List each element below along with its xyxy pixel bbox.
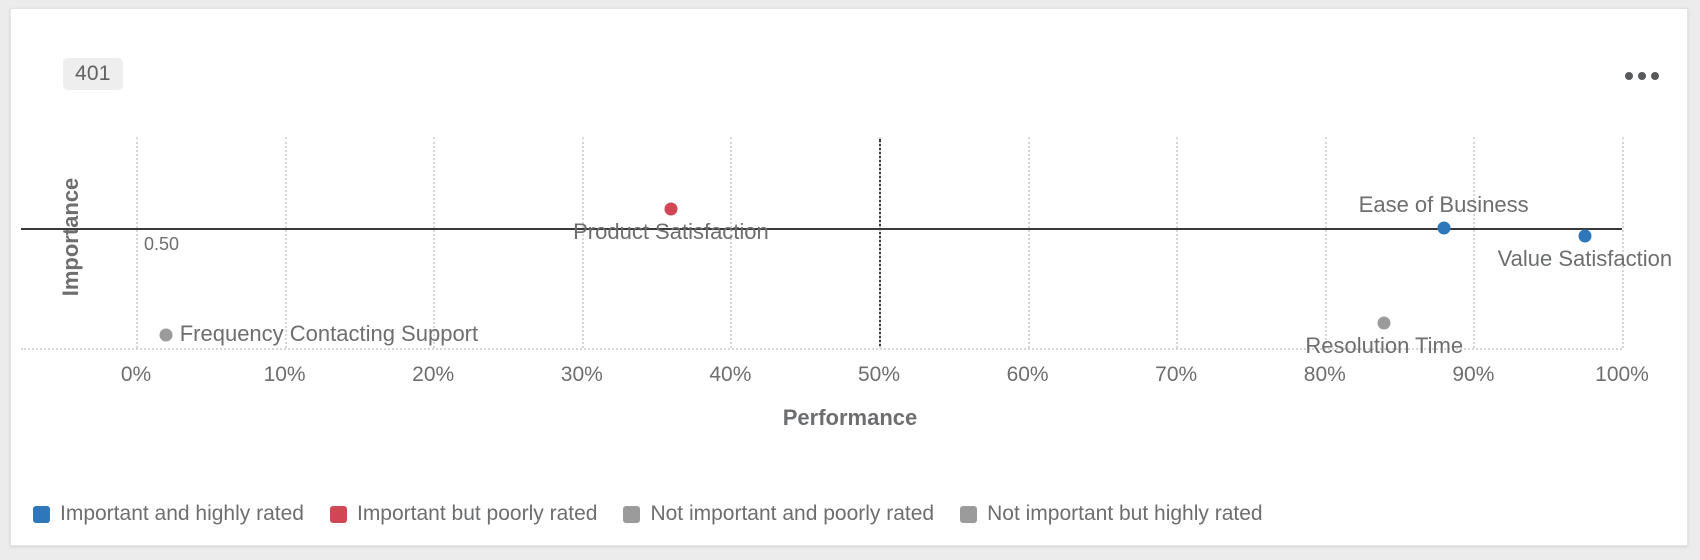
legend-item[interactable]: Important and highly rated	[33, 502, 304, 526]
legend-swatch	[33, 506, 50, 523]
gridline-vertical	[136, 137, 138, 348]
legend-label: Not important but highly rated	[987, 502, 1262, 526]
data-point-label: Resolution Time	[1305, 333, 1463, 359]
x-axis-tick-label: 50%	[858, 363, 900, 387]
reference-line-value-label: 0.50	[144, 234, 179, 255]
legend-label: Important but poorly rated	[357, 502, 597, 526]
chart-plot-area: Importance 0.50 Product Satisfaction Ease…	[11, 9, 1689, 547]
x-axis-tick-label: 10%	[264, 363, 306, 387]
data-point[interactable]	[1378, 316, 1391, 329]
data-point[interactable]	[159, 329, 172, 342]
legend-item[interactable]: Not important but highly rated	[960, 502, 1262, 526]
x-axis-tick-label: 60%	[1007, 363, 1049, 387]
gridline-vertical	[1622, 137, 1624, 348]
legend-item[interactable]: Not important and poorly rated	[623, 502, 934, 526]
data-point[interactable]	[664, 202, 677, 215]
y-axis-title: Importance	[58, 178, 84, 297]
data-point-label: Value Satisfaction	[1498, 246, 1672, 272]
x-axis-tick-label: 0%	[121, 363, 151, 387]
scatter-plot: 0.50 Product Satisfaction Ease of Busines…	[136, 137, 1622, 348]
chart-legend: Important and highly rated Important but …	[33, 502, 1263, 526]
x-axis-title: Performance	[11, 405, 1689, 431]
legend-item[interactable]: Important but poorly rated	[330, 502, 597, 526]
gridline-vertical	[1473, 137, 1475, 348]
gridline-vertical	[1028, 137, 1030, 348]
x-axis-tick-label: 20%	[412, 363, 454, 387]
data-point[interactable]	[1578, 230, 1591, 243]
legend-swatch	[330, 506, 347, 523]
x-axis-tick-label: 100%	[1595, 363, 1649, 387]
gridline-vertical	[285, 137, 287, 348]
x-axis-tick-label: 90%	[1452, 363, 1494, 387]
gridline-vertical	[879, 137, 881, 348]
legend-label: Not important and poorly rated	[650, 502, 934, 526]
data-point-label: Ease of Business	[1359, 192, 1529, 218]
gridline-vertical	[433, 137, 435, 348]
reference-line-horizontal	[21, 228, 1622, 230]
gridline-vertical	[1176, 137, 1178, 348]
legend-swatch	[960, 506, 977, 523]
x-axis-tick-label: 70%	[1155, 363, 1197, 387]
chart-card: 401 Importance 0.50 Product Satisfaction…	[10, 8, 1688, 546]
legend-label: Important and highly rated	[60, 502, 304, 526]
gridline-vertical	[1325, 137, 1327, 348]
x-axis-tick-label: 40%	[709, 363, 751, 387]
legend-swatch	[623, 506, 640, 523]
x-axis-tick-label: 30%	[561, 363, 603, 387]
data-point-label: Product Satisfaction	[573, 219, 769, 245]
x-axis-tick-label: 80%	[1304, 363, 1346, 387]
data-point[interactable]	[1437, 221, 1450, 234]
data-point-label: Frequency Contacting Support	[180, 321, 478, 347]
